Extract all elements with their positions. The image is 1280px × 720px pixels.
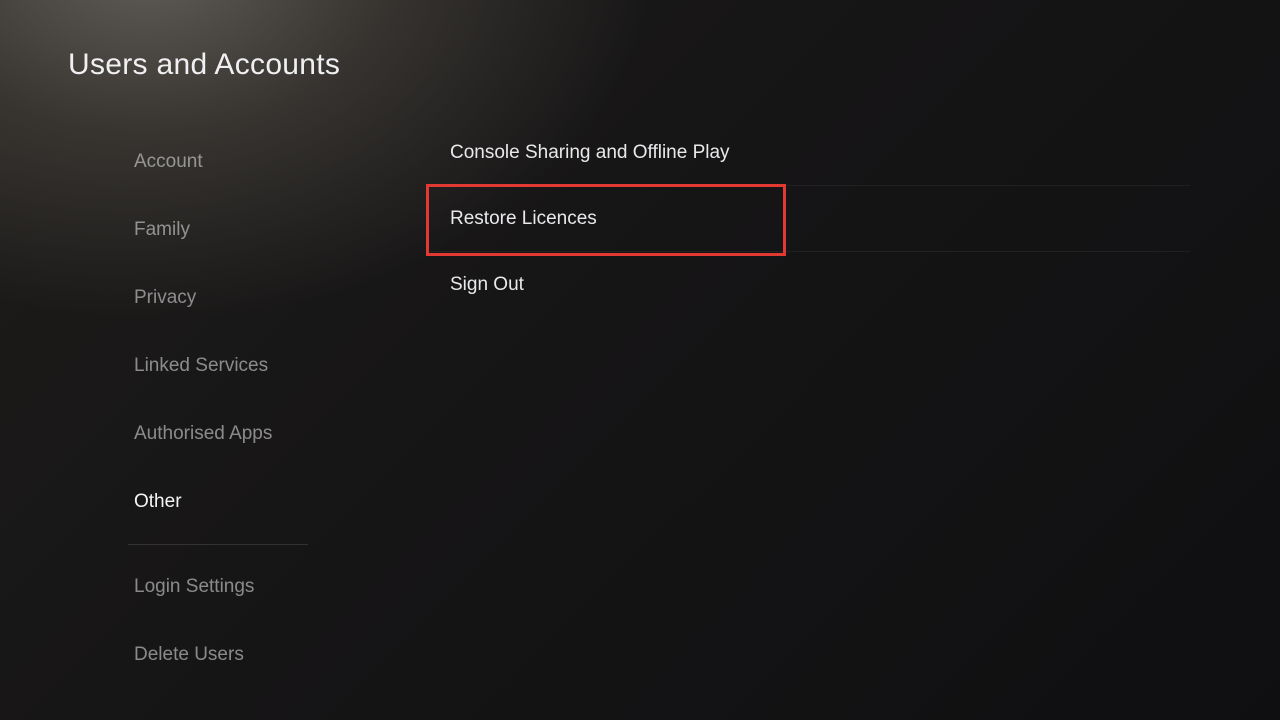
content-item-console-sharing[interactable]: Console Sharing and Offline Play (430, 120, 1190, 186)
sidebar-item-login-settings[interactable]: Login Settings (118, 553, 348, 621)
sidebar-divider (128, 544, 308, 545)
sidebar-item-account[interactable]: Account (118, 128, 348, 196)
content-item-label: Console Sharing and Offline Play (450, 142, 730, 164)
content-item-restore-licences[interactable]: Restore Licences (430, 186, 1190, 252)
sidebar-item-label: Account (134, 151, 203, 173)
sidebar-item-label: Delete Users (134, 644, 244, 666)
sidebar-group-system: Login Settings Delete Users (118, 553, 348, 689)
content-item-sign-out[interactable]: Sign Out (430, 252, 1190, 318)
sidebar-item-authorised-apps[interactable]: Authorised Apps (118, 400, 348, 468)
sidebar-group-account: Account Family Privacy Linked Services A… (118, 128, 348, 536)
page-title: Users and Accounts (68, 48, 340, 82)
sidebar-item-label: Family (134, 219, 190, 241)
sidebar-item-linked-services[interactable]: Linked Services (118, 332, 348, 400)
sidebar-item-label: Privacy (134, 287, 196, 309)
settings-content: Console Sharing and Offline Play Restore… (430, 120, 1190, 318)
sidebar-item-family[interactable]: Family (118, 196, 348, 264)
content-item-label: Restore Licences (450, 208, 597, 230)
sidebar-item-other[interactable]: Other (118, 468, 348, 536)
content-item-label: Sign Out (450, 274, 524, 296)
sidebar-item-label: Other (134, 491, 182, 513)
sidebar-item-label: Authorised Apps (134, 423, 272, 445)
sidebar-item-delete-users[interactable]: Delete Users (118, 621, 348, 689)
sidebar-item-privacy[interactable]: Privacy (118, 264, 348, 332)
settings-sidebar: Account Family Privacy Linked Services A… (118, 128, 348, 689)
sidebar-item-label: Linked Services (134, 355, 268, 377)
sidebar-item-label: Login Settings (134, 576, 254, 598)
